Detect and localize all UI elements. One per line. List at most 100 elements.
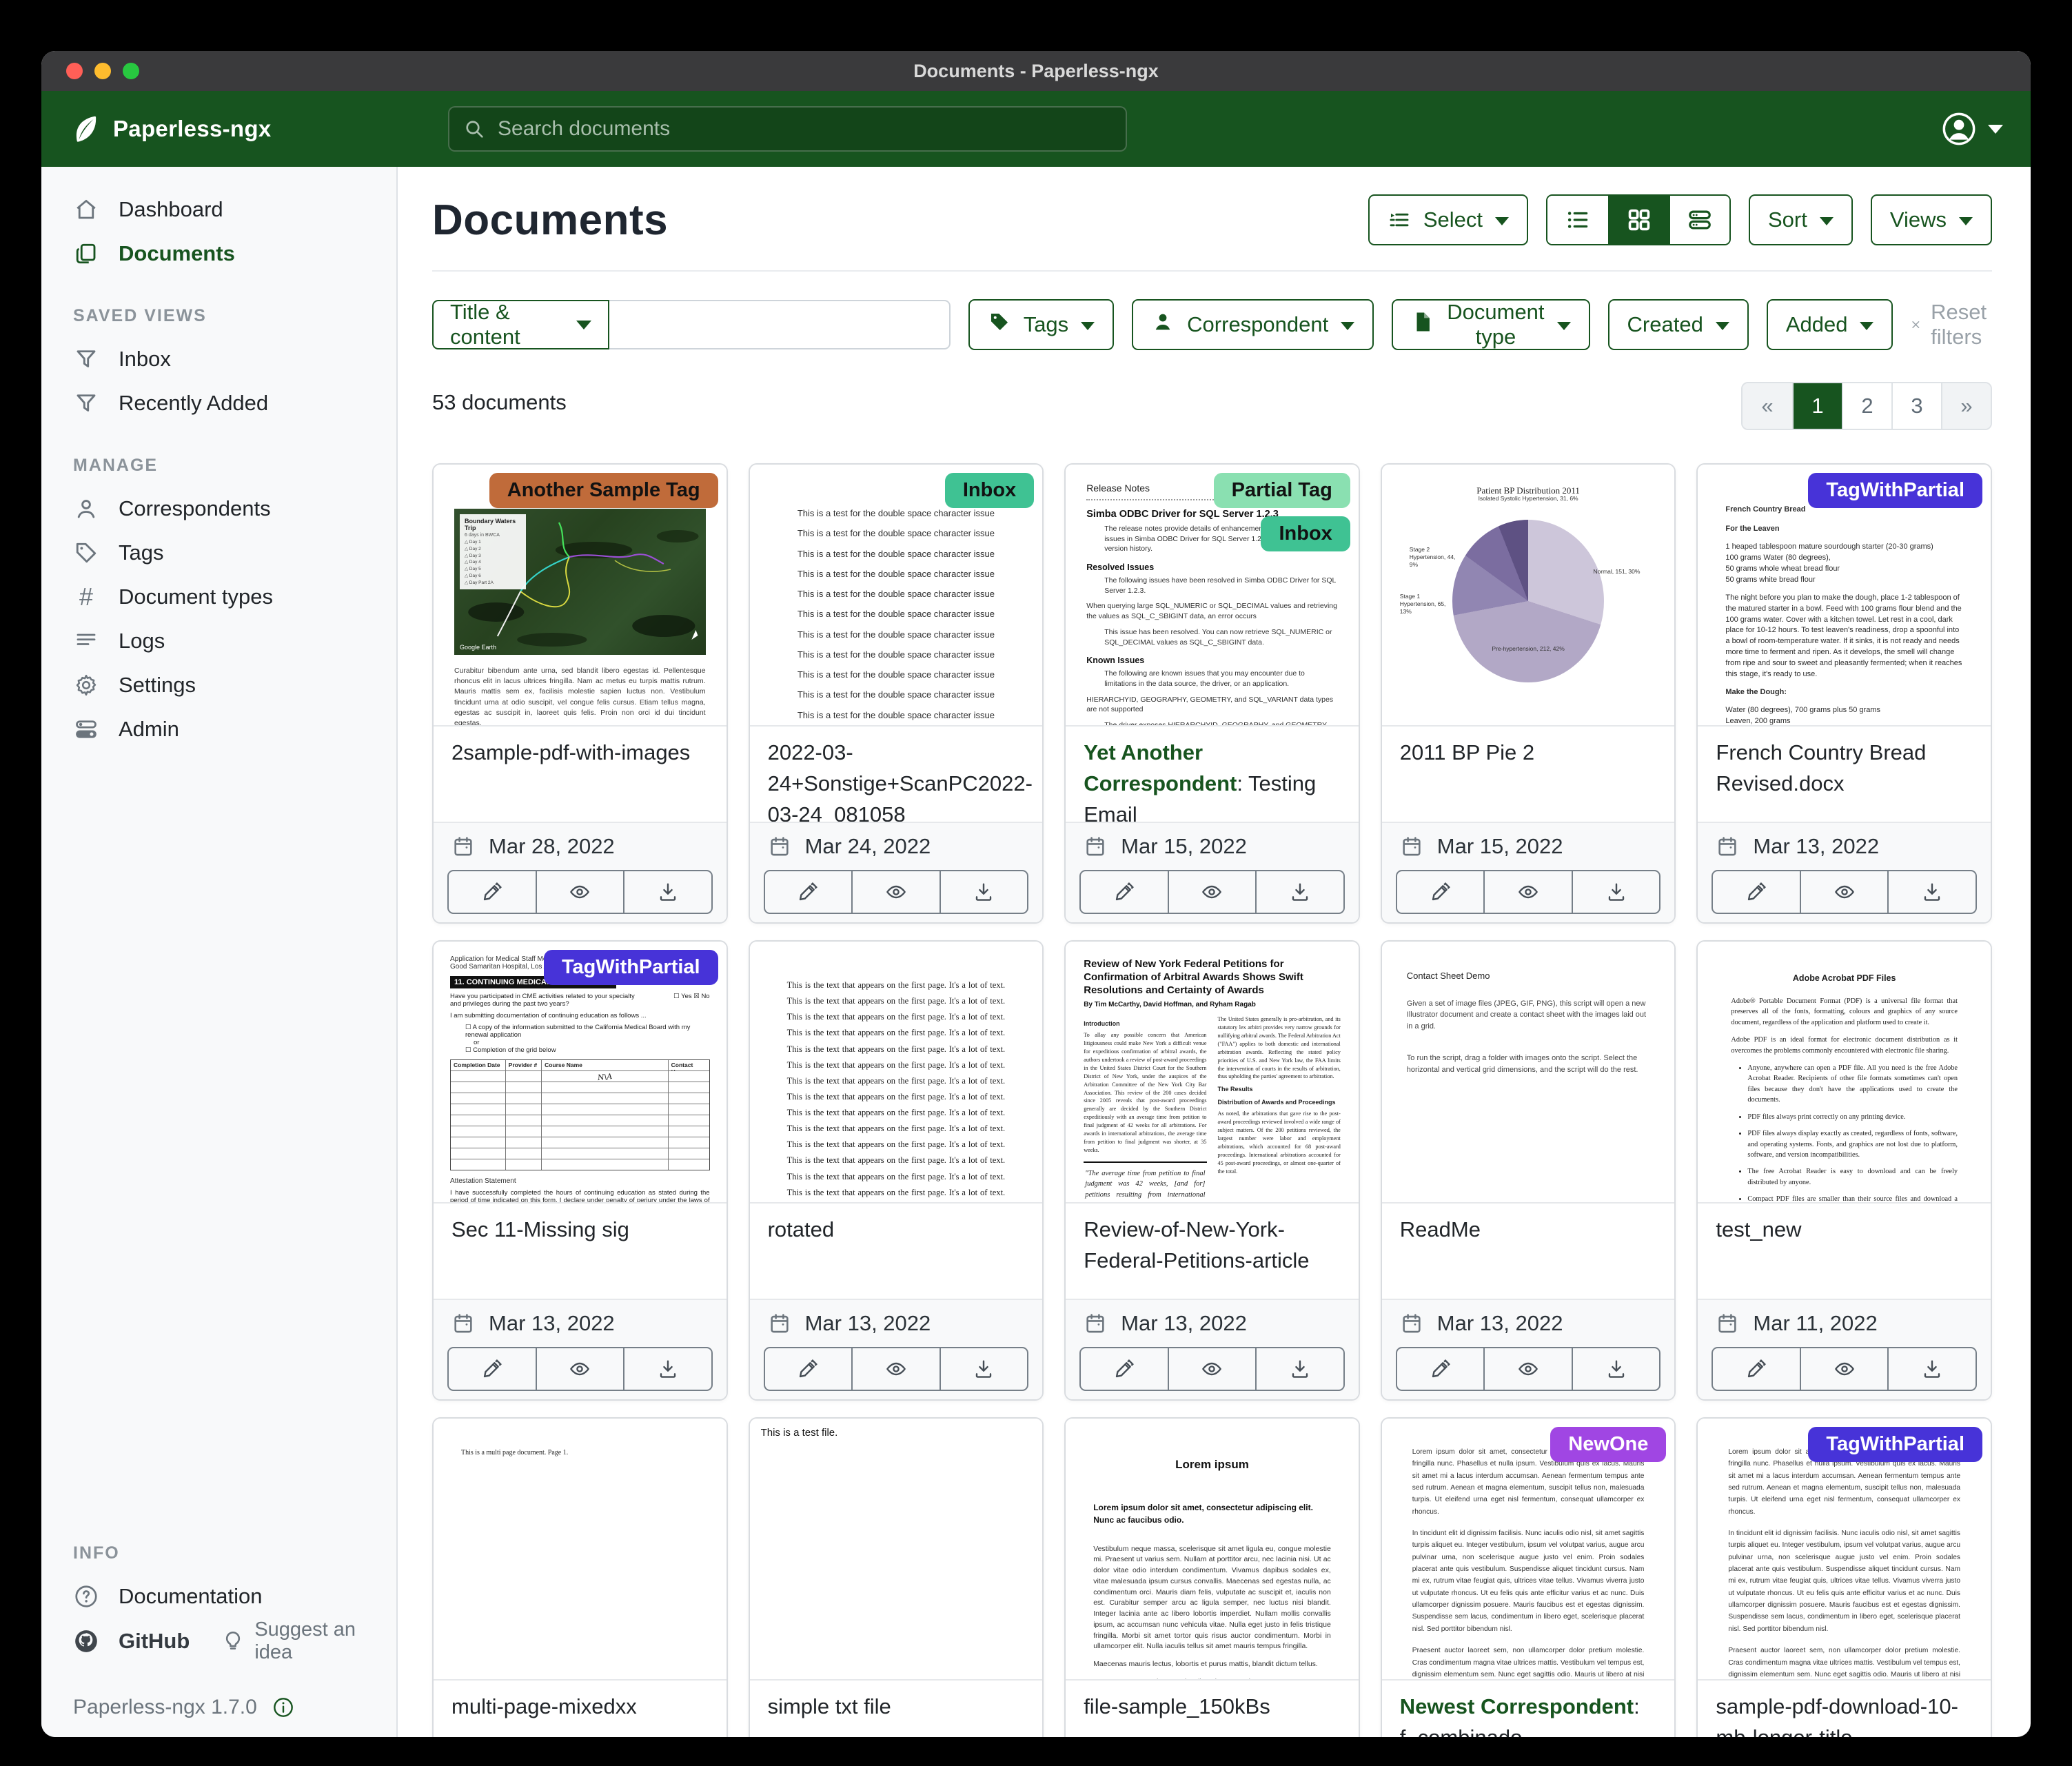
pagination-next-button[interactable]: » <box>1941 383 1991 429</box>
download-document-button[interactable] <box>1255 871 1343 913</box>
download-document-button[interactable] <box>623 871 711 913</box>
sidebar-item-documents[interactable]: Documents <box>41 232 396 276</box>
reset-filters-button[interactable]: Reset filters <box>1911 300 1994 349</box>
download-document-button[interactable] <box>1887 871 1975 913</box>
edit-document-button[interactable] <box>1081 1348 1168 1390</box>
document-title[interactable]: Yet Another Correspondent: Testing Email <box>1066 725 1359 822</box>
view-grid-toggle[interactable] <box>1608 196 1669 244</box>
sidebar-item-dashboard[interactable]: Dashboard <box>41 187 396 232</box>
edit-document-button[interactable] <box>1397 1348 1484 1390</box>
sidebar-item-github[interactable]: GitHub <box>41 1619 203 1663</box>
tag-badge[interactable]: Another Sample Tag <box>489 473 718 508</box>
pagination-page-3[interactable]: 3 <box>1891 383 1941 429</box>
document-title[interactable]: Sec 11-Missing sig <box>434 1202 727 1299</box>
view-document-button[interactable] <box>1168 871 1256 913</box>
sidebar-item-settings[interactable]: Settings <box>41 663 396 707</box>
table-cell: N\A <box>541 1071 668 1082</box>
search-field-selector[interactable]: Title & content <box>432 300 609 349</box>
filter-added-button[interactable]: Added <box>1767 299 1893 350</box>
pagination-page-2[interactable]: 2 <box>1842 383 1891 429</box>
document-thumbnail[interactable]: Lorem ipsumLorem ipsum dolor sit amet, c… <box>1066 1419 1359 1679</box>
sidebar-item-tags[interactable]: Tags <box>41 531 396 575</box>
views-button[interactable]: Views <box>1871 194 1992 245</box>
tag-badge[interactable]: TagWithPartial <box>544 950 718 985</box>
download-document-button[interactable] <box>939 871 1028 913</box>
sidebar-item-documentation[interactable]: Documentation <box>41 1574 396 1618</box>
tag-badge[interactable]: NewOne <box>1550 1427 1666 1462</box>
filter-created-button[interactable]: Created <box>1608 299 1749 350</box>
edit-document-button[interactable] <box>1713 1348 1800 1390</box>
tag-badge[interactable]: TagWithPartial <box>1808 473 1982 508</box>
app-brand[interactable]: Paperless-ngx <box>69 113 272 145</box>
sidebar-item-document-types[interactable]: #Document types <box>41 575 396 619</box>
document-title[interactable]: rotated <box>750 1202 1043 1299</box>
filter-correspondent-button[interactable]: Correspondent <box>1132 299 1374 350</box>
sort-button[interactable]: Sort <box>1749 194 1853 245</box>
document-thumbnail[interactable]: Adobe Acrobat PDF FilesAdobe® Portable D… <box>1698 942 1991 1202</box>
tag-badge[interactable]: Inbox <box>1261 516 1350 551</box>
filter-document-type-button[interactable]: Document type <box>1392 299 1589 350</box>
tag-badge[interactable]: Partial Tag <box>1214 473 1350 508</box>
view-document-button[interactable] <box>1168 1348 1256 1390</box>
download-document-button[interactable] <box>1255 1348 1343 1390</box>
view-details-toggle[interactable] <box>1669 196 1729 244</box>
sidebar-item-inbox[interactable]: Inbox <box>41 337 396 381</box>
document-title[interactable]: test_new <box>1698 1202 1991 1299</box>
document-title[interactable]: sample-pdf-download-10-mb-longer-title <box>1698 1679 1991 1737</box>
sidebar-item-logs[interactable]: Logs <box>41 619 396 663</box>
view-document-button[interactable] <box>1800 871 1888 913</box>
view-document-button[interactable] <box>851 1348 939 1390</box>
document-title[interactable]: 2022-03-24+Sonstige+ScanPC2022-03-24_081… <box>750 725 1043 822</box>
sidebar-item-correspondents[interactable]: Correspondents <box>41 487 396 531</box>
edit-document-button[interactable] <box>765 1348 852 1390</box>
document-title[interactable]: file-sample_150kBs <box>1066 1679 1359 1737</box>
document-title[interactable]: French Country Bread Revised.docx <box>1698 725 1991 822</box>
view-document-button[interactable] <box>536 1348 624 1390</box>
download-document-button[interactable] <box>939 1348 1028 1390</box>
suggest-idea-link[interactable]: Suggest an idea <box>221 1618 396 1664</box>
view-document-button[interactable] <box>1800 1348 1888 1390</box>
edit-document-button[interactable] <box>1713 871 1800 913</box>
document-title[interactable]: Newest Correspondent: f_combinado <box>1382 1679 1675 1737</box>
user-menu[interactable] <box>1941 111 2003 147</box>
document-title[interactable]: Review-of-New-York-Federal-Petitions-art… <box>1066 1202 1359 1299</box>
edit-document-button[interactable] <box>449 1348 536 1390</box>
global-search[interactable] <box>448 106 1127 152</box>
select-button[interactable]: Select <box>1368 194 1528 245</box>
edit-document-button[interactable] <box>1397 871 1484 913</box>
sidebar-item-recently-added[interactable]: Recently Added <box>41 381 396 425</box>
document-thumbnail[interactable]: This is a test file. <box>750 1419 1043 1679</box>
document-date-label: Mar 13, 2022 <box>489 1311 615 1336</box>
document-title[interactable]: multi-page-mixedxx <box>434 1679 727 1737</box>
download-document-button[interactable] <box>1887 1348 1975 1390</box>
document-title[interactable]: 2sample-pdf-with-images <box>434 725 727 822</box>
filter-tags-button[interactable]: Tags <box>968 299 1114 350</box>
edit-document-button[interactable] <box>765 871 852 913</box>
document-thumbnail[interactable]: Review of New York Federal Petitions for… <box>1066 942 1359 1202</box>
document-thumbnail[interactable]: This is the text that appears on the fir… <box>750 942 1043 1202</box>
download-document-button[interactable] <box>623 1348 711 1390</box>
view-list-toggle[interactable] <box>1547 196 1608 244</box>
pagination-prev-button[interactable]: « <box>1743 383 1792 429</box>
download-document-button[interactable] <box>1572 1348 1660 1390</box>
search-input[interactable] <box>496 116 1112 141</box>
sidebar-item-admin[interactable]: Admin <box>41 707 396 751</box>
info-circle-icon[interactable] <box>272 1696 294 1718</box>
pagination-page-1[interactable]: 1 <box>1792 383 1842 429</box>
edit-document-button[interactable] <box>449 871 536 913</box>
document-title[interactable]: ReadMe <box>1382 1202 1675 1299</box>
document-thumbnail[interactable]: This is a multi page document. Page 1. <box>434 1419 727 1679</box>
view-document-button[interactable] <box>1483 1348 1572 1390</box>
document-thumbnail[interactable]: Patient BP Distribution 2011Normal, 151,… <box>1382 465 1675 725</box>
document-title[interactable]: simple txt file <box>750 1679 1043 1737</box>
tag-badge[interactable]: TagWithPartial <box>1808 1427 1982 1462</box>
tag-badge[interactable]: Inbox <box>945 473 1034 508</box>
document-title[interactable]: 2011 BP Pie 2 <box>1382 725 1675 822</box>
document-thumbnail[interactable]: Contact Sheet DemoGiven a set of image f… <box>1382 942 1675 1202</box>
view-document-button[interactable] <box>1483 871 1572 913</box>
download-document-button[interactable] <box>1572 871 1660 913</box>
edit-document-button[interactable] <box>1081 871 1168 913</box>
filter-query-input[interactable] <box>609 300 951 349</box>
view-document-button[interactable] <box>536 871 624 913</box>
view-document-button[interactable] <box>851 871 939 913</box>
